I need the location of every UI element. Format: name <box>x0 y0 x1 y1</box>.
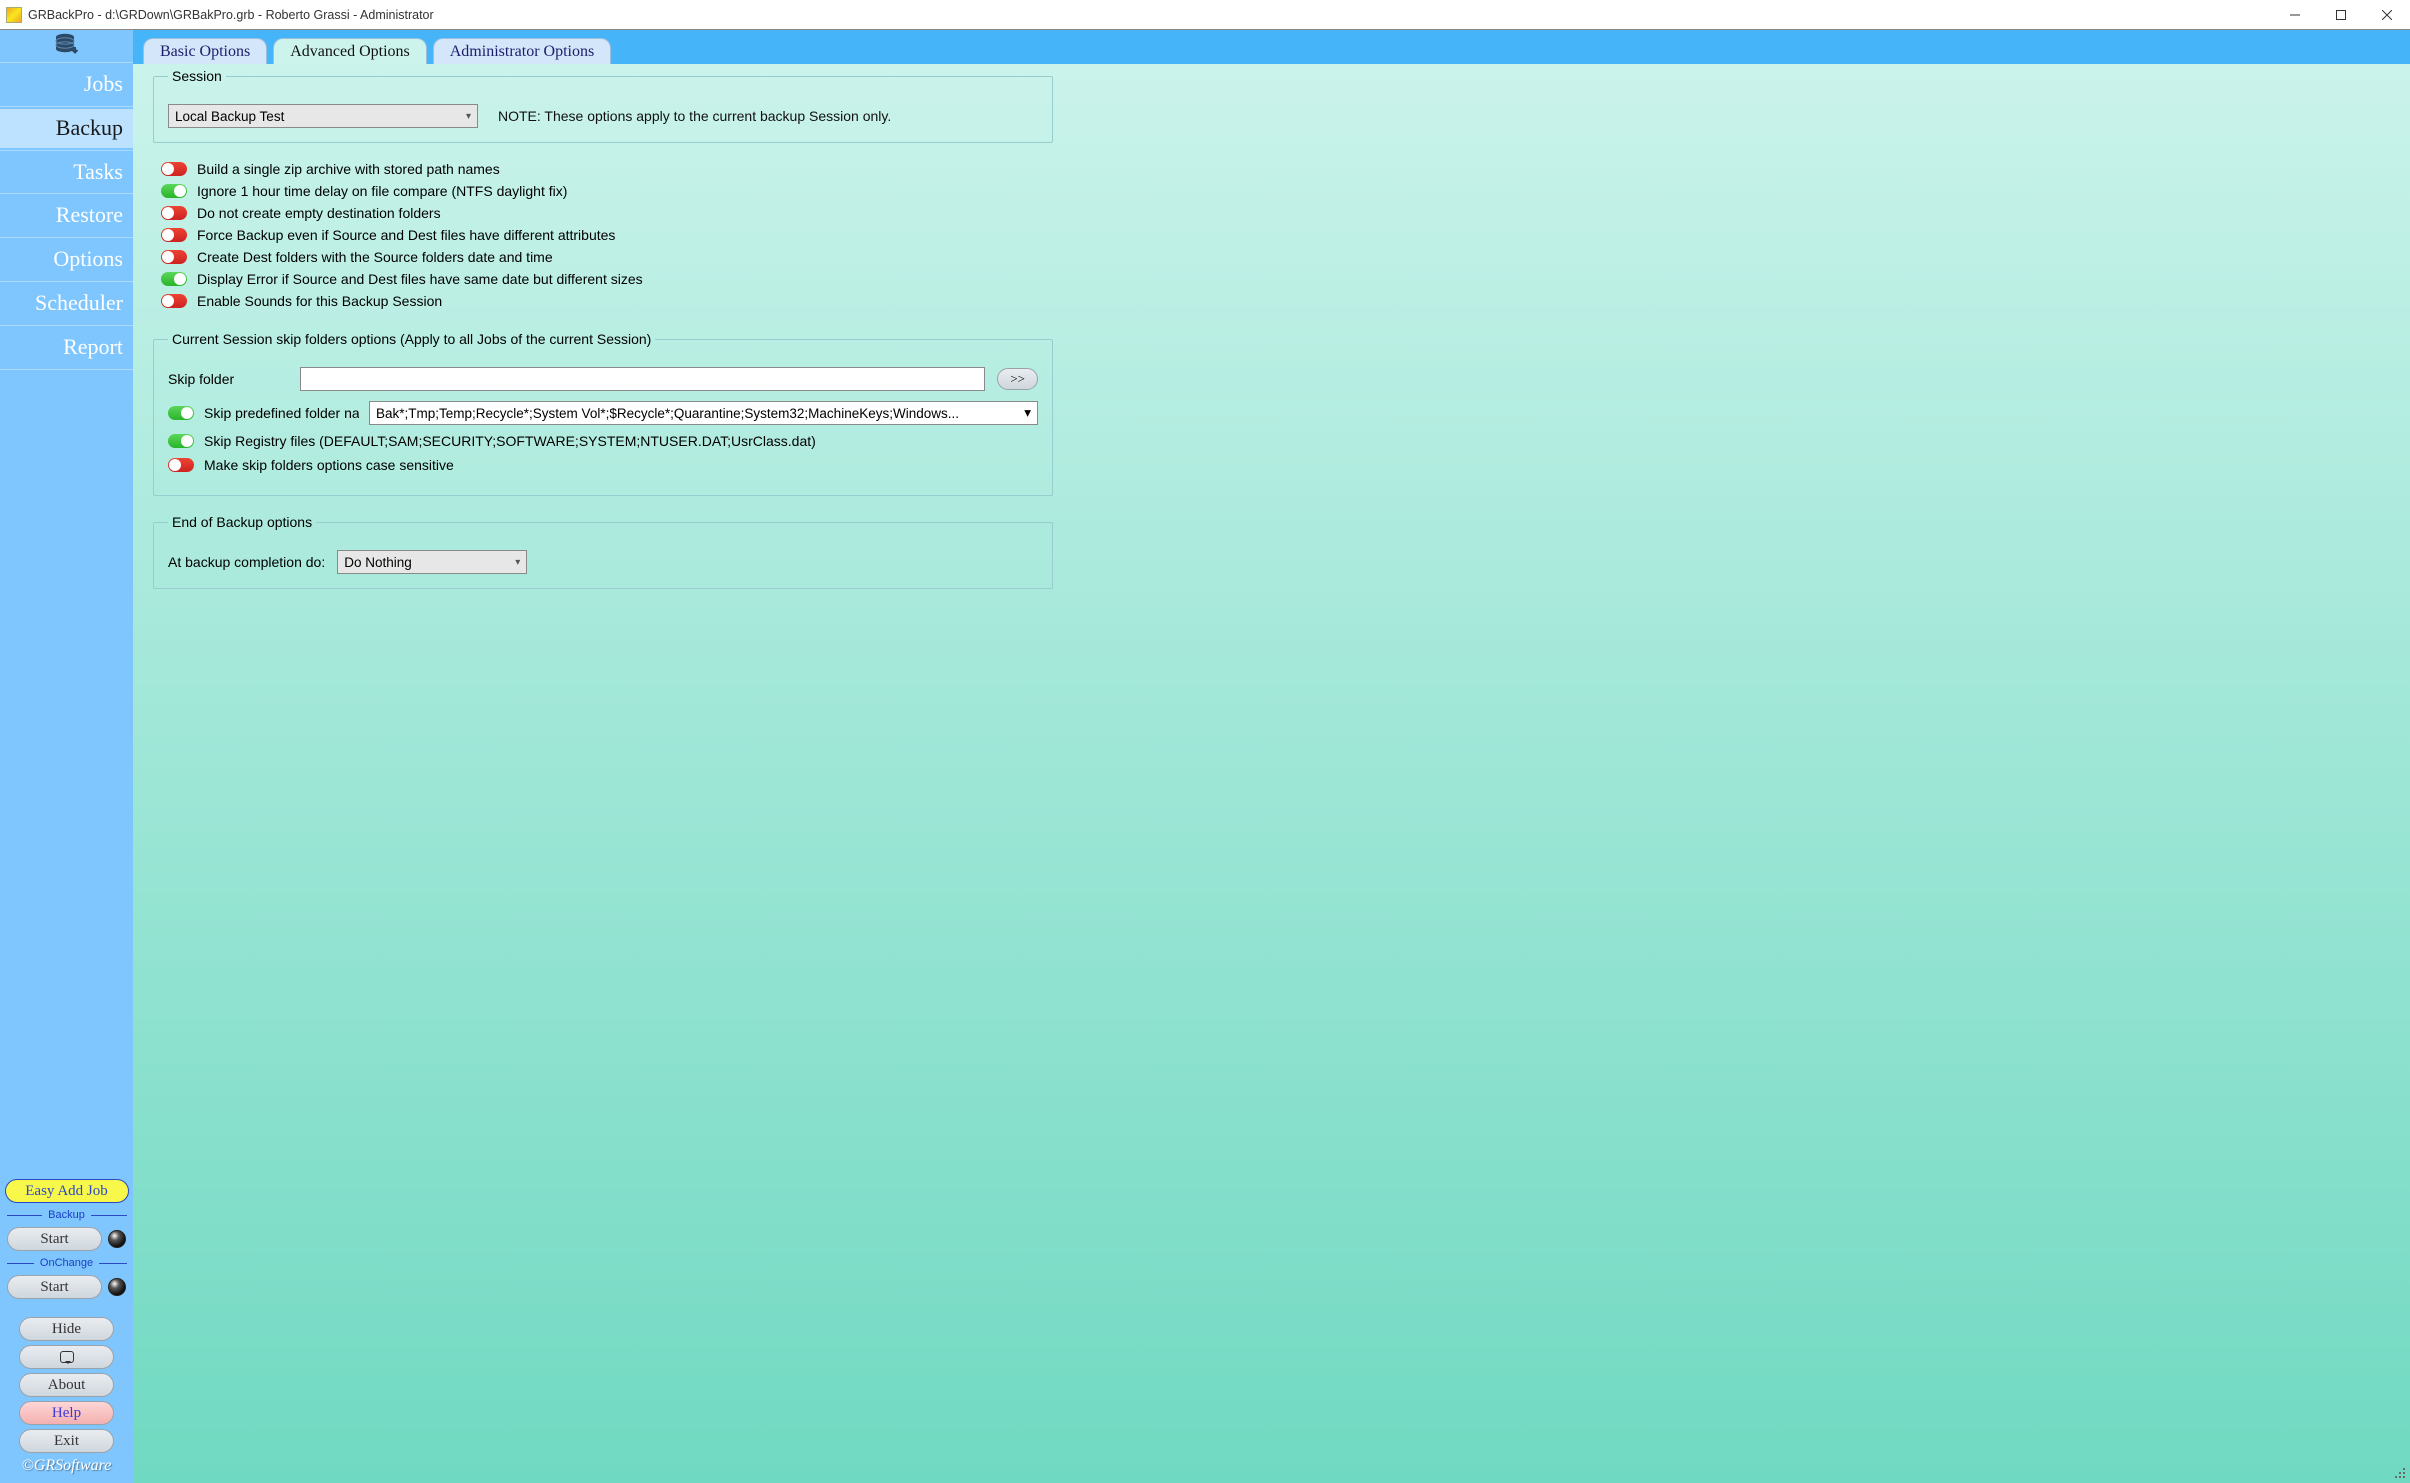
brand-label: ©GRSoftware <box>0 1457 133 1475</box>
end-of-backup-group: End of Backup options At backup completi… <box>153 514 1053 589</box>
completion-select-value: Do Nothing <box>344 555 412 570</box>
skip-predefined-label: Skip predefined folder names <box>204 405 359 421</box>
option-toggle-row: Build a single zip archive with stored p… <box>161 161 1053 177</box>
notifications-button[interactable] <box>19 1345 114 1369</box>
option-toggles: Build a single zip archive with stored p… <box>153 161 1053 309</box>
tab-administrator-options[interactable]: Administrator Options <box>433 38 611 64</box>
skip-legend: Current Session skip folders options (Ap… <box>168 331 655 347</box>
sidebar-item-options[interactable]: Options <box>0 240 133 279</box>
skip-predefined-toggle[interactable] <box>168 406 194 420</box>
option-toggle-row: Force Backup even if Source and Dest fil… <box>161 227 1053 243</box>
start-onchange-button[interactable]: Start <box>7 1275 102 1299</box>
easy-add-job-button[interactable]: Easy Add Job <box>5 1179 129 1203</box>
speech-bubble-icon <box>60 1351 74 1363</box>
option-toggle-row: Create Dest folders with the Source fold… <box>161 249 1053 265</box>
end-legend: End of Backup options <box>168 514 316 530</box>
option-toggle-row: Ignore 1 hour time delay on file compare… <box>161 183 1053 199</box>
sidebar-item-jobs[interactable]: Jobs <box>0 65 133 104</box>
sidebar-item-tasks[interactable]: Tasks <box>0 153 133 192</box>
hide-button[interactable]: Hide <box>19 1317 114 1341</box>
option-toggle-label: Create Dest folders with the Source fold… <box>197 249 553 265</box>
close-button[interactable] <box>2364 0 2410 30</box>
exit-button[interactable]: Exit <box>19 1429 114 1453</box>
skip-registry-toggle[interactable] <box>168 434 194 448</box>
sidebar: Jobs Backup Tasks Restore Options Schedu… <box>0 30 133 1483</box>
option-toggle-row: Enable Sounds for this Backup Session <box>161 293 1053 309</box>
session-select[interactable]: Local Backup Test ▾ <box>168 104 478 128</box>
onchange-status-indicator <box>108 1278 126 1296</box>
tab-strip: Basic Options Advanced Options Administr… <box>133 30 2410 64</box>
option-toggle-label: Enable Sounds for this Backup Session <box>197 293 442 309</box>
start-backup-button[interactable]: Start <box>7 1227 102 1251</box>
option-toggle-1[interactable] <box>161 184 187 198</box>
option-toggle-row: Do not create empty destination folders <box>161 205 1053 221</box>
option-toggle-3[interactable] <box>161 228 187 242</box>
option-toggle-4[interactable] <box>161 250 187 264</box>
option-toggle-label: Build a single zip archive with stored p… <box>197 161 500 177</box>
option-toggle-2[interactable] <box>161 206 187 220</box>
skip-folder-browse-button[interactable]: >> <box>997 368 1038 390</box>
tab-content: Session Local Backup Test ▾ NOTE: These … <box>133 64 2410 1483</box>
option-toggle-row: Display Error if Source and Dest files h… <box>161 271 1053 287</box>
sidebar-item-restore[interactable]: Restore <box>0 196 133 235</box>
skip-group: Current Session skip folders options (Ap… <box>153 331 1053 496</box>
skip-case-sensitive-label: Make skip folders options case sensitive <box>204 457 454 473</box>
main-panel: Basic Options Advanced Options Administr… <box>133 30 2410 1483</box>
option-toggle-label: Ignore 1 hour time delay on file compare… <box>197 183 567 199</box>
about-button[interactable]: About <box>19 1373 114 1397</box>
sidebar-nav: Jobs Backup Tasks Restore Options Schedu… <box>0 60 133 372</box>
tab-advanced-options[interactable]: Advanced Options <box>273 38 427 64</box>
session-select-value: Local Backup Test <box>175 109 284 124</box>
session-group: Session Local Backup Test ▾ NOTE: These … <box>153 68 1053 143</box>
maximize-button[interactable] <box>2318 0 2364 30</box>
completion-select[interactable]: Do Nothing ▾ <box>337 550 527 574</box>
sidebar-item-report[interactable]: Report <box>0 328 133 367</box>
option-toggle-label: Do not create empty destination folders <box>197 205 441 221</box>
titlebar: GRBackPro - d:\GRDown\GRBakPro.grb - Rob… <box>0 0 2410 30</box>
chevron-down-icon: ▾ <box>1024 405 1031 421</box>
chevron-down-icon: ▾ <box>515 557 520 568</box>
resize-grip[interactable] <box>2393 1466 2407 1480</box>
skip-folder-input[interactable] <box>300 367 985 391</box>
session-legend: Session <box>168 68 226 84</box>
app-icon <box>6 7 22 23</box>
onchange-separator: OnChange <box>7 1257 127 1269</box>
skip-case-sensitive-toggle[interactable] <box>168 458 194 472</box>
minimize-button[interactable] <box>2272 0 2318 30</box>
sidebar-item-backup[interactable]: Backup <box>0 109 133 148</box>
backup-separator: Backup <box>7 1209 127 1221</box>
option-toggle-0[interactable] <box>161 162 187 176</box>
skip-registry-label: Skip Registry files (DEFAULT;SAM;SECURIT… <box>204 433 816 449</box>
backup-status-indicator <box>108 1230 126 1248</box>
option-toggle-label: Display Error if Source and Dest files h… <box>197 271 643 287</box>
database-icon <box>55 33 79 59</box>
skip-predefined-select[interactable]: Bak*;Tmp;Temp;Recycle*;System Vol*;$Recy… <box>369 401 1038 425</box>
option-toggle-5[interactable] <box>161 272 187 286</box>
option-toggle-6[interactable] <box>161 294 187 308</box>
chevron-down-icon: ▾ <box>466 111 471 122</box>
skip-predefined-value: Bak*;Tmp;Temp;Recycle*;System Vol*;$Recy… <box>376 406 959 421</box>
session-note: NOTE: These options apply to the current… <box>498 108 891 124</box>
window-title: GRBackPro - d:\GRDown\GRBakPro.grb - Rob… <box>28 8 434 22</box>
skip-folder-label: Skip folder <box>168 371 288 387</box>
sidebar-item-scheduler[interactable]: Scheduler <box>0 284 133 323</box>
tab-basic-options[interactable]: Basic Options <box>143 38 267 64</box>
option-toggle-label: Force Backup even if Source and Dest fil… <box>197 227 615 243</box>
help-button[interactable]: Help <box>19 1401 114 1425</box>
completion-label: At backup completion do: <box>168 554 325 570</box>
